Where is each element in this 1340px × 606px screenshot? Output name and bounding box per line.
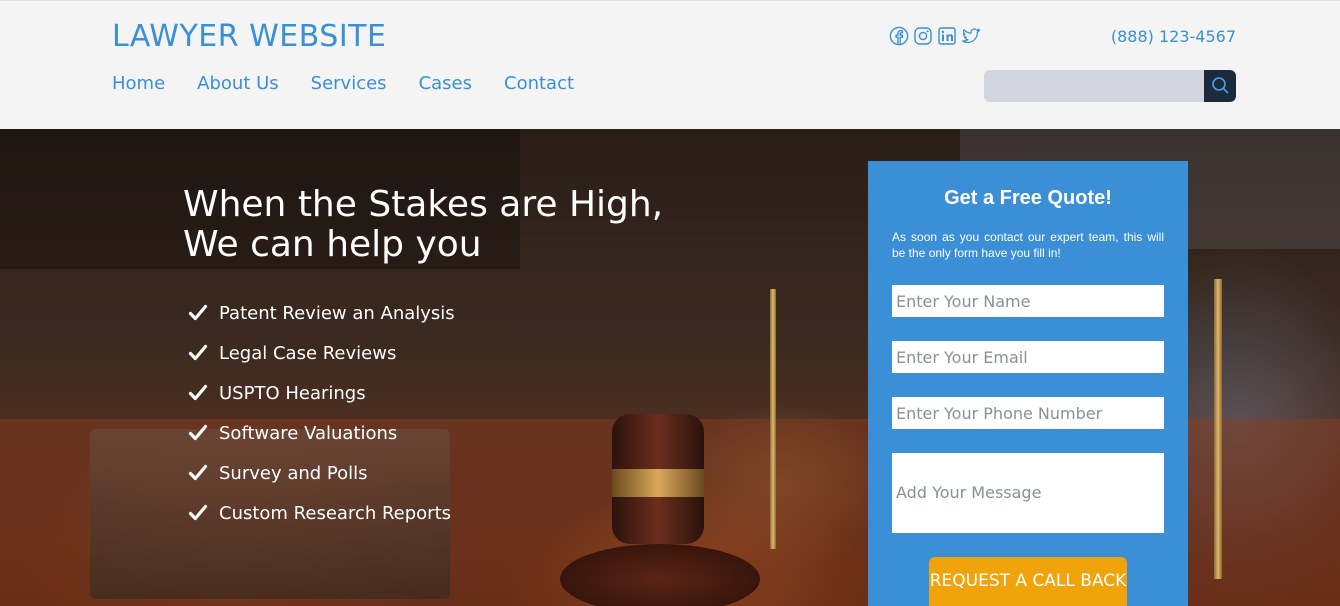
feature-label: Custom Research Reports bbox=[219, 502, 452, 524]
instagram-icon[interactable] bbox=[913, 26, 933, 46]
feature-label: USPTO Hearings bbox=[219, 382, 366, 404]
list-item: Legal Case Reviews bbox=[188, 333, 455, 373]
nav-home[interactable]: Home bbox=[112, 73, 165, 94]
checkmark-icon bbox=[188, 423, 208, 443]
checkmark-icon bbox=[188, 343, 208, 363]
list-item: Software Valuations bbox=[188, 413, 455, 453]
checkmark-icon bbox=[188, 503, 208, 523]
phone-number[interactable]: (888) 123-4567 bbox=[1111, 27, 1236, 46]
nav-about-us[interactable]: About Us bbox=[197, 73, 279, 94]
feature-list: Patent Review an Analysis Legal Case Rev… bbox=[188, 293, 455, 533]
site-header: LAWYER WEBSITE Home About Us Services Ca… bbox=[0, 0, 1340, 129]
list-item: Patent Review an Analysis bbox=[188, 293, 455, 333]
linkedin-icon[interactable] bbox=[937, 26, 957, 46]
background-scale bbox=[770, 289, 776, 549]
background-scale-right bbox=[1214, 279, 1222, 579]
facebook-icon[interactable] bbox=[889, 26, 909, 46]
checkmark-icon bbox=[188, 303, 208, 323]
message-field[interactable] bbox=[892, 453, 1164, 533]
hero-title-line-1: When the Stakes are High, bbox=[183, 184, 664, 225]
search-icon bbox=[1210, 75, 1230, 98]
twitter-icon[interactable] bbox=[961, 26, 981, 46]
feature-label: Software Valuations bbox=[219, 422, 398, 444]
hero-section: When the Stakes are High, We can help yo… bbox=[0, 129, 1340, 606]
feature-label: Legal Case Reviews bbox=[219, 342, 397, 364]
request-call-back-button[interactable]: REQUEST A CALL BACK bbox=[929, 557, 1127, 606]
search-button[interactable] bbox=[1204, 70, 1236, 102]
name-field[interactable] bbox=[892, 285, 1164, 317]
hero-title-line-2: We can help you bbox=[183, 224, 482, 265]
search-input[interactable] bbox=[984, 70, 1204, 102]
quote-form-description: As soon as you contact our expert team, … bbox=[892, 230, 1164, 260]
nav-services[interactable]: Services bbox=[311, 73, 387, 94]
list-item: Survey and Polls bbox=[188, 453, 455, 493]
background-gavel-band bbox=[612, 469, 704, 497]
list-item: USPTO Hearings bbox=[188, 373, 455, 413]
checkmark-icon bbox=[188, 383, 208, 403]
checkmark-icon bbox=[188, 463, 208, 483]
feature-label: Patent Review an Analysis bbox=[219, 302, 455, 324]
email-field[interactable] bbox=[892, 341, 1164, 373]
search-bar bbox=[984, 70, 1236, 102]
quote-form-title: Get a Free Quote! bbox=[944, 187, 1112, 209]
feature-label: Survey and Polls bbox=[219, 462, 368, 484]
site-logo[interactable]: LAWYER WEBSITE bbox=[112, 19, 386, 54]
quote-form: Get a Free Quote! As soon as you contact… bbox=[868, 161, 1188, 606]
background-gavel-base bbox=[560, 544, 760, 606]
nav-contact[interactable]: Contact bbox=[504, 73, 574, 94]
nav-cases[interactable]: Cases bbox=[419, 73, 472, 94]
phone-field[interactable] bbox=[892, 397, 1164, 429]
main-nav: Home About Us Services Cases Contact bbox=[112, 73, 574, 94]
hero-title: When the Stakes are High, We can help yo… bbox=[183, 185, 663, 265]
social-links bbox=[889, 26, 981, 46]
list-item: Custom Research Reports bbox=[188, 493, 455, 533]
